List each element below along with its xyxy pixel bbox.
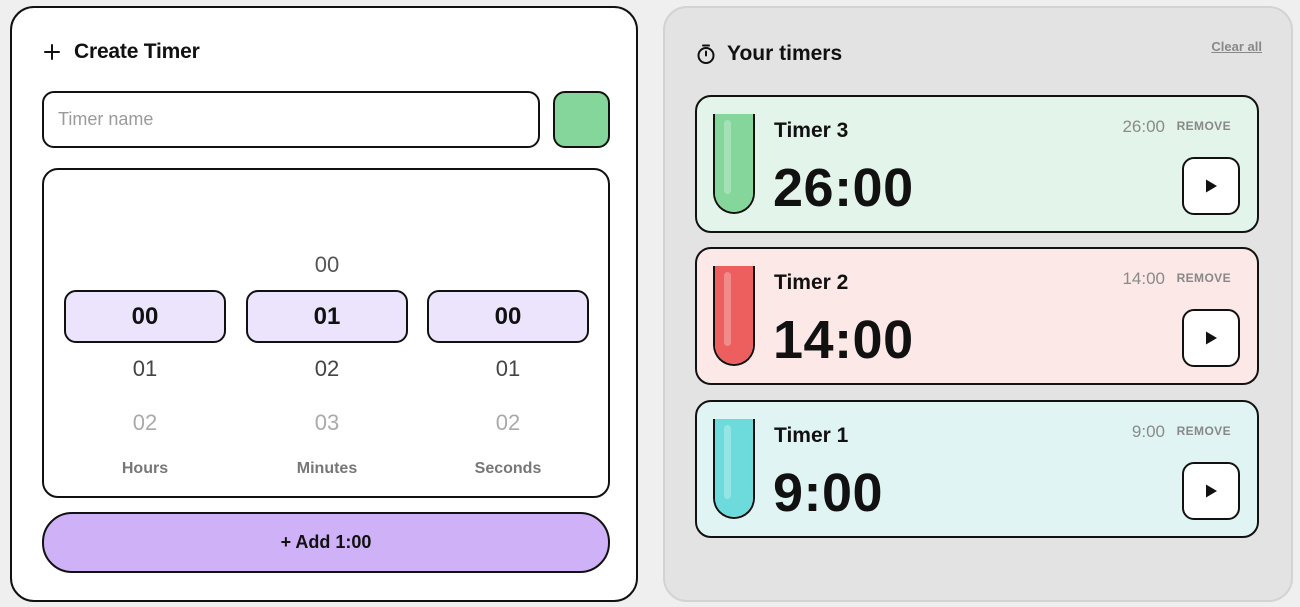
timer-card: Timer 3 26:00 26:00 REMOVE	[695, 95, 1259, 233]
hours-label: Hours	[121, 460, 169, 477]
remove-timer-button[interactable]: REMOVE	[1177, 271, 1231, 285]
timer-card: Timer 1 9:00 9:00 REMOVE	[695, 400, 1259, 538]
minutes-next-value-2[interactable]: 03	[246, 410, 408, 436]
tube-shine	[724, 120, 731, 194]
clear-all-link[interactable]: Clear all	[1211, 39, 1262, 54]
plus-icon	[44, 44, 60, 60]
timer-name: Timer 1	[774, 424, 849, 447]
time-picker: 00 01 02 Hours 00 01 02 03 Minutes 00 01…	[42, 168, 610, 498]
seconds-next-value[interactable]: 01	[427, 356, 589, 382]
tube-shine	[724, 425, 731, 499]
seconds-wheel[interactable]: 00 01 02 Seconds	[427, 170, 589, 496]
remove-timer-button[interactable]: REMOVE	[1177, 119, 1231, 133]
timer-remaining-time: 9:00	[773, 463, 884, 523]
create-timer-panel: Create Timer 00 01 02 Hours 00 01 02 03 …	[10, 6, 638, 602]
seconds-label: Seconds	[474, 460, 542, 477]
timers-header: Your timers	[695, 42, 842, 66]
play-icon	[1206, 179, 1217, 193]
hours-selected-value[interactable]: 00	[64, 290, 226, 343]
create-timer-title: Create Timer	[74, 40, 200, 63]
seconds-next-value-2[interactable]: 02	[427, 410, 589, 436]
timer-remaining-time: 14:00	[773, 310, 914, 370]
timer-card: Timer 2 14:00 14:00 REMOVE	[695, 247, 1259, 385]
timer-remaining-time: 26:00	[773, 158, 914, 218]
timer-progress-tube	[713, 266, 755, 366]
tube-liquid	[715, 419, 753, 517]
seconds-selected-value[interactable]: 00	[427, 290, 589, 343]
hours-next-value-2[interactable]: 02	[64, 410, 226, 436]
minutes-label: Minutes	[296, 460, 358, 477]
timers-title: Your timers	[727, 42, 843, 65]
play-icon	[1206, 484, 1217, 498]
color-picker-button[interactable]	[553, 91, 610, 148]
play-button[interactable]	[1182, 157, 1240, 215]
stopwatch-icon	[697, 44, 715, 64]
timer-preset-duration: 26:00	[1122, 117, 1165, 136]
timer-name: Timer 3	[774, 119, 849, 142]
remove-timer-button[interactable]: REMOVE	[1177, 424, 1231, 438]
timers-panel: Your timers Clear all Timer 3 26:00 26:0…	[663, 6, 1293, 602]
tube-shine	[724, 272, 731, 346]
tube-liquid	[715, 266, 753, 364]
play-button[interactable]	[1182, 309, 1240, 367]
hours-wheel[interactable]: 00 01 02 Hours	[64, 170, 226, 496]
timer-name: Timer 2	[774, 271, 849, 294]
play-icon	[1206, 331, 1217, 345]
timer-progress-tube	[713, 114, 755, 214]
timer-preset-duration: 14:00	[1122, 269, 1165, 288]
minutes-next-value[interactable]: 02	[246, 356, 408, 382]
tube-liquid	[715, 114, 753, 212]
minutes-wheel[interactable]: 00 01 02 03 Minutes	[246, 170, 408, 496]
create-timer-header: Create Timer	[42, 40, 200, 64]
play-button[interactable]	[1182, 462, 1240, 520]
hours-next-value[interactable]: 01	[64, 356, 226, 382]
timer-name-input[interactable]	[42, 91, 540, 148]
minutes-prev-value[interactable]: 00	[246, 252, 408, 278]
timer-preset-duration: 9:00	[1131, 422, 1165, 441]
add-timer-button[interactable]: + Add 1:00	[42, 512, 610, 573]
minutes-selected-value[interactable]: 01	[246, 290, 408, 343]
timer-progress-tube	[713, 419, 755, 519]
